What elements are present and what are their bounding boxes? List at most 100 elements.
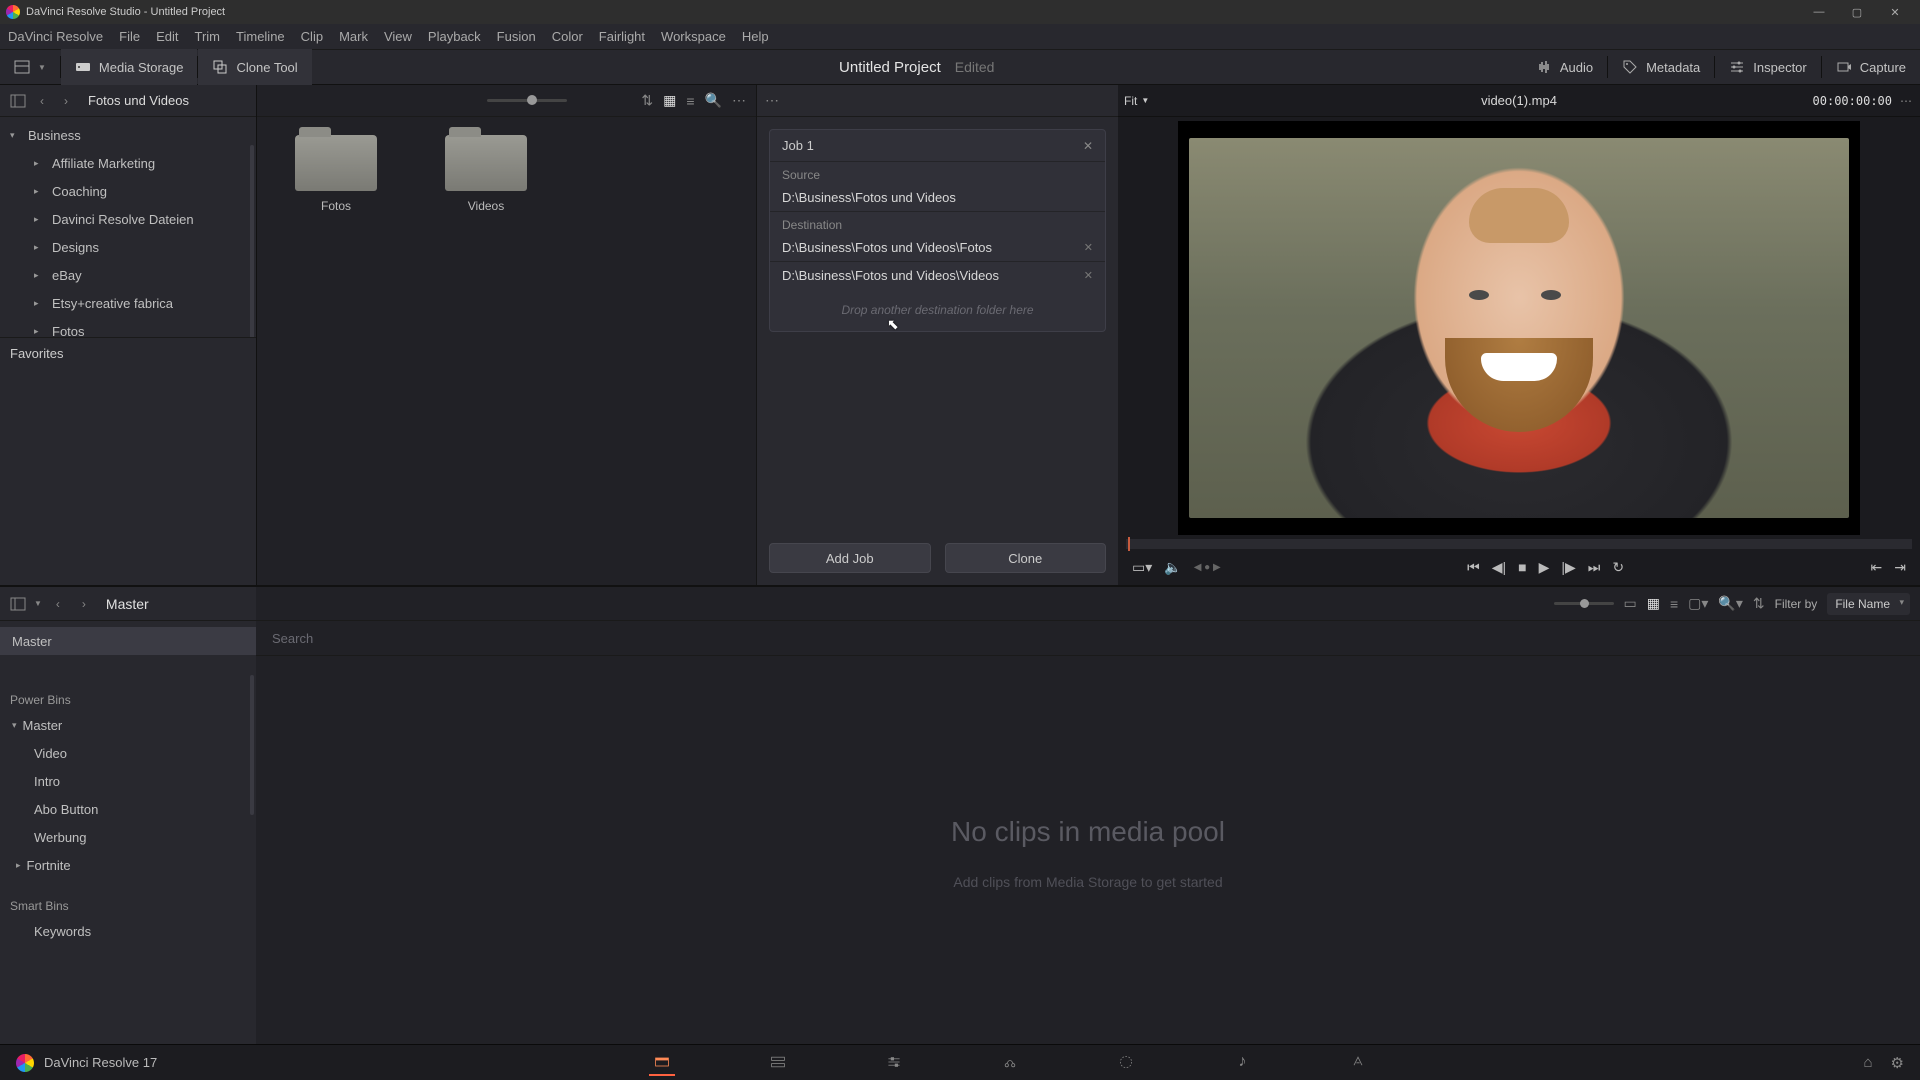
menu-edit[interactable]: Edit: [156, 29, 178, 44]
minimize-button[interactable]: —: [1800, 0, 1838, 24]
viewer-options-icon[interactable]: ⋯: [1900, 94, 1912, 108]
menu-workspace[interactable]: Workspace: [661, 29, 726, 44]
step-forward-button[interactable]: |▶: [1561, 559, 1575, 576]
grid-view-icon[interactable]: ▦: [663, 92, 676, 109]
deliver-page-icon[interactable]: [1345, 1050, 1371, 1076]
clone-more-icon[interactable]: ⋯: [765, 92, 779, 109]
folder-item[interactable]: Fotos: [281, 135, 391, 213]
loop-button[interactable]: ↻: [1612, 559, 1624, 576]
viewer-mode-icon[interactable]: ▭▾: [1132, 559, 1152, 576]
pool-tree-scrollbar[interactable]: [250, 675, 254, 815]
zoom-fit-dropdown[interactable]: Fit▼: [1124, 94, 1149, 108]
audio-panel-button[interactable]: Audio: [1522, 49, 1607, 85]
sidebar-toggle-icon[interactable]: [8, 91, 28, 111]
destination-drop-zone[interactable]: Drop another destination folder here: [770, 289, 1105, 331]
clone-tool-button[interactable]: Clone Tool: [198, 49, 311, 85]
pool-list-view-icon[interactable]: ≡: [1670, 596, 1678, 612]
tree-item[interactable]: ▸Affiliate Marketing: [0, 149, 256, 177]
menu-fusion[interactable]: Fusion: [497, 29, 536, 44]
metadata-panel-button[interactable]: Metadata: [1608, 49, 1714, 85]
pool-select-view-icon[interactable]: ▢▾: [1688, 595, 1708, 612]
power-bin-item[interactable]: Video: [0, 739, 256, 767]
pool-search-input[interactable]: [272, 631, 1904, 646]
viewer-scrub-bar[interactable]: [1126, 539, 1912, 549]
viewer-canvas[interactable]: [1178, 121, 1860, 535]
smart-bin-keywords[interactable]: Keywords: [0, 917, 256, 945]
list-view-icon[interactable]: ≡: [686, 93, 694, 109]
mark-in-button[interactable]: ⇤: [1871, 559, 1883, 576]
power-bin-master[interactable]: ▾Master: [0, 711, 256, 739]
more-icon[interactable]: ⋯: [732, 92, 746, 109]
menu-davinci[interactable]: DaVinci Resolve: [8, 29, 103, 44]
pool-sidebar-toggle-icon[interactable]: [8, 594, 28, 614]
bin-master[interactable]: Master: [0, 627, 256, 655]
power-bin-item[interactable]: Abo Button: [0, 795, 256, 823]
source-path[interactable]: D:\Business\Fotos und Videos: [770, 184, 1105, 212]
destination-path-2[interactable]: D:\Business\Fotos und Videos\Videos✕: [770, 262, 1105, 289]
fairlight-page-icon[interactable]: ♪: [1229, 1050, 1255, 1076]
thumbnail-size-slider[interactable]: [487, 99, 567, 102]
tree-item[interactable]: ▸Fotos: [0, 317, 256, 337]
power-bin-item[interactable]: Werbung: [0, 823, 256, 851]
remove-destination-icon[interactable]: ✕: [1084, 241, 1093, 254]
tree-scrollbar[interactable]: [250, 145, 254, 337]
mark-out-button[interactable]: ⇥: [1894, 559, 1906, 576]
tree-item[interactable]: ▸Davinci Resolve Dateien: [0, 205, 256, 233]
pool-thumb-slider[interactable]: [1554, 602, 1614, 605]
fusion-page-icon[interactable]: [997, 1050, 1023, 1076]
power-bin-item[interactable]: ▸Fortnite: [0, 851, 256, 879]
pool-nav-back[interactable]: ‹: [48, 594, 68, 614]
edit-page-icon[interactable]: [881, 1050, 907, 1076]
cut-page-icon[interactable]: [765, 1050, 791, 1076]
add-job-button[interactable]: Add Job: [769, 543, 931, 573]
go-end-button[interactable]: ⏭: [1588, 559, 1601, 576]
pool-search-icon[interactable]: 🔍▾: [1718, 595, 1742, 612]
menu-help[interactable]: Help: [742, 29, 769, 44]
search-icon[interactable]: 🔍: [705, 92, 722, 109]
job-close-icon[interactable]: ✕: [1083, 139, 1093, 153]
folder-item[interactable]: Videos: [431, 135, 541, 213]
tree-item[interactable]: ▸Etsy+creative fabrica: [0, 289, 256, 317]
media-pool-main: ▭ ▦ ≡ ▢▾ 🔍▾ ⇅ Filter by File Name No cli…: [256, 587, 1920, 1049]
media-page-icon[interactable]: [649, 1050, 675, 1076]
menu-file[interactable]: File: [119, 29, 140, 44]
menu-color[interactable]: Color: [552, 29, 583, 44]
capture-panel-button[interactable]: Capture: [1822, 49, 1920, 85]
menu-fairlight[interactable]: Fairlight: [599, 29, 645, 44]
clone-button[interactable]: Clone: [945, 543, 1107, 573]
step-back-button[interactable]: ◀|: [1492, 559, 1506, 576]
color-page-icon[interactable]: [1113, 1050, 1139, 1076]
inspector-panel-button[interactable]: Inspector: [1715, 49, 1820, 85]
go-start-button[interactable]: ⏮: [1467, 559, 1480, 576]
layout-dropdown[interactable]: ▼: [0, 49, 60, 85]
media-storage-button[interactable]: Media Storage: [61, 49, 198, 85]
mute-icon[interactable]: 🔈: [1164, 559, 1181, 576]
pool-strip-view-icon[interactable]: ▭: [1624, 595, 1637, 612]
close-button[interactable]: ✕: [1876, 0, 1914, 24]
menu-mark[interactable]: Mark: [339, 29, 368, 44]
tree-item[interactable]: ▸Designs: [0, 233, 256, 261]
tree-root[interactable]: ▾Business: [0, 121, 256, 149]
menu-view[interactable]: View: [384, 29, 412, 44]
tree-item[interactable]: ▸eBay: [0, 261, 256, 289]
filter-by-select[interactable]: File Name: [1827, 593, 1910, 615]
menu-clip[interactable]: Clip: [301, 29, 323, 44]
pool-sort-icon[interactable]: ⇅: [1753, 595, 1765, 612]
play-button[interactable]: ▶: [1539, 559, 1550, 576]
home-icon[interactable]: ⌂: [1863, 1054, 1872, 1072]
maximize-button[interactable]: ▢: [1838, 0, 1876, 24]
nav-back-button[interactable]: ‹: [32, 91, 52, 111]
settings-icon[interactable]: ⚙: [1891, 1054, 1904, 1072]
sort-icon[interactable]: ⇅: [641, 92, 653, 109]
tree-item[interactable]: ▸Coaching: [0, 177, 256, 205]
nav-forward-button[interactable]: ›: [56, 91, 76, 111]
menu-playback[interactable]: Playback: [428, 29, 481, 44]
menu-timeline[interactable]: Timeline: [236, 29, 285, 44]
menu-trim[interactable]: Trim: [195, 29, 221, 44]
stop-button[interactable]: ■: [1518, 559, 1526, 575]
destination-path-1[interactable]: D:\Business\Fotos und Videos\Fotos✕: [770, 234, 1105, 262]
remove-destination-icon[interactable]: ✕: [1084, 269, 1093, 282]
power-bin-item[interactable]: Intro: [0, 767, 256, 795]
pool-grid-view-icon[interactable]: ▦: [1647, 595, 1660, 612]
pool-nav-forward[interactable]: ›: [74, 594, 94, 614]
